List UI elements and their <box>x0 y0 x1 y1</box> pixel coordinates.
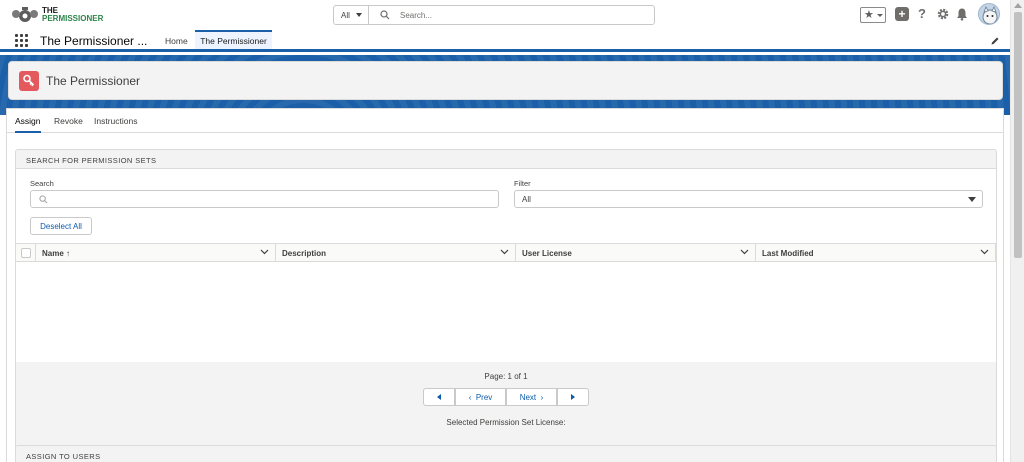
search-scope-value: All <box>341 11 350 20</box>
pagination-buttons: ‹ Prev Next › <box>423 388 589 406</box>
deselect-all-button[interactable]: Deselect All <box>30 217 92 235</box>
tab-instructions[interactable]: Instructions <box>94 116 137 126</box>
filter-value: All <box>522 195 531 204</box>
search-icon <box>380 10 390 20</box>
app-logo[interactable]: THE PERMISSIONER <box>11 5 103 25</box>
tab-bar: Assign Revoke Instructions <box>7 109 1003 133</box>
filter-label: Filter <box>514 179 531 188</box>
chevron-down-icon <box>356 13 362 17</box>
first-page-button[interactable] <box>423 388 455 406</box>
global-header: THE PERMISSIONER All Search... ★ + ? <box>0 0 1010 30</box>
column-label-name: Name ↑ <box>42 249 71 258</box>
assign-to-users-section: ASSIGN TO USERS <box>15 445 997 462</box>
prev-page-button[interactable]: ‹ Prev <box>455 388 506 406</box>
chevron-down-icon <box>877 14 883 17</box>
column-label-last-modified: Last Modified <box>762 249 814 258</box>
search-icon <box>39 195 48 204</box>
main-card: Assign Revoke Instructions SEARCH FOR PE… <box>6 108 1004 462</box>
filter-select[interactable]: All <box>514 190 983 208</box>
app-launcher-icon[interactable] <box>15 34 28 47</box>
page-info: Page: 1 of 1 <box>484 372 528 381</box>
chevron-down-icon[interactable] <box>740 247 749 256</box>
favorites-button[interactable]: ★ <box>860 7 886 23</box>
column-label-user-license: User License <box>522 249 572 258</box>
first-page-icon <box>437 394 441 400</box>
global-search[interactable]: All Search... <box>333 5 655 25</box>
page-scrollbar[interactable] <box>1010 0 1024 462</box>
pagination: Page: 1 of 1 ‹ Prev Next › Selected Perm… <box>16 362 996 450</box>
notification-bell-icon[interactable] <box>955 7 969 21</box>
next-label: Next <box>519 393 537 402</box>
sort-ascending-icon: ↑ <box>66 249 71 258</box>
next-page-button[interactable]: Next › <box>506 388 557 406</box>
prev-label: Prev <box>475 393 493 402</box>
chevron-down-icon[interactable] <box>980 247 989 256</box>
logo-gears-icon <box>12 7 38 22</box>
scrollbar-thumb[interactable] <box>1014 12 1022 258</box>
search-label: Search <box>30 179 54 188</box>
setup-gear-icon[interactable] <box>936 7 950 21</box>
column-header-name[interactable]: Name ↑ <box>36 244 276 263</box>
add-icon[interactable]: + <box>895 7 909 21</box>
table-body <box>16 262 996 363</box>
column-header-description[interactable]: Description <box>276 244 516 263</box>
search-input[interactable] <box>30 190 499 208</box>
column-header-user-license[interactable]: User License <box>516 244 756 263</box>
chevron-right-icon: › <box>540 393 544 402</box>
section-title: SEARCH FOR PERMISSION SETS <box>26 156 157 165</box>
key-icon <box>23 74 35 87</box>
tab-revoke[interactable]: Revoke <box>54 116 83 126</box>
app-nav-bar: The Permissioner ... Home The Permission… <box>0 30 1010 52</box>
search-form-body: Search Filter All Deselect All Name ↑ De… <box>16 168 996 363</box>
search-scope-select[interactable]: All <box>334 6 369 24</box>
select-all-column <box>16 244 36 263</box>
table-header: Name ↑ Description User License Last Mod… <box>16 243 996 263</box>
page-header: The Permissioner <box>8 61 1003 100</box>
user-avatar[interactable] <box>978 3 1000 25</box>
scroll-up-arrow-icon[interactable] <box>1014 3 1022 8</box>
column-header-last-modified[interactable]: Last Modified <box>756 244 996 263</box>
page-title: The Permissioner <box>46 74 141 88</box>
app-name: The Permissioner ... <box>40 34 148 48</box>
last-page-icon <box>571 394 575 400</box>
help-icon[interactable]: ? <box>918 6 926 22</box>
nav-tab-the-permissioner[interactable]: The Permissioner <box>195 30 272 49</box>
chevron-down-icon[interactable] <box>500 247 509 256</box>
nav-tab-home[interactable]: Home <box>157 30 195 49</box>
page-icon <box>19 71 39 91</box>
last-page-button[interactable] <box>557 388 589 406</box>
section-title: ASSIGN TO USERS <box>26 452 101 461</box>
search-permission-sets-section: SEARCH FOR PERMISSION SETS Search Filter… <box>15 149 997 451</box>
column-label-description: Description <box>282 249 327 258</box>
select-all-checkbox[interactable] <box>21 248 31 258</box>
logo-text: THE PERMISSIONER <box>42 7 103 23</box>
star-icon: ★ <box>864 9 874 21</box>
chevron-down-icon <box>968 197 976 202</box>
tab-assign[interactable]: Assign <box>15 116 41 133</box>
search-placeholder[interactable]: Search... <box>400 11 432 20</box>
chevron-down-icon[interactable] <box>260 247 269 256</box>
logo-line2: PERMISSIONER <box>42 14 104 23</box>
avatar-icon <box>982 6 998 24</box>
selected-license-label: Selected Permission Set License: <box>446 418 566 427</box>
chevron-left-icon: ‹ <box>468 393 472 402</box>
edit-pencil-icon[interactable] <box>990 36 1000 46</box>
